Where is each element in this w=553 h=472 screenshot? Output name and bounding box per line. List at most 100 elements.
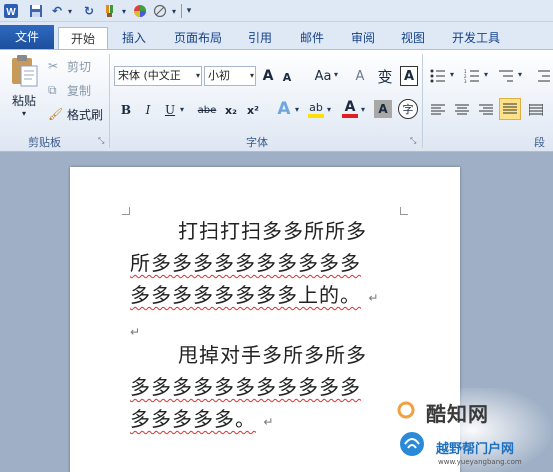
- paragraph-mark: ↵: [130, 325, 142, 339]
- font-size-dropdown-icon: ▾: [249, 71, 254, 80]
- word-app-icon[interactable]: W: [2, 2, 20, 20]
- distributed-icon: [529, 104, 543, 116]
- text-effect-button[interactable]: A: [274, 98, 294, 120]
- margin-corner-top-left: [122, 207, 130, 215]
- grow-font-button[interactable]: A: [260, 66, 276, 86]
- decrease-indent-button[interactable]: [534, 66, 553, 86]
- empty-paragraph[interactable]: ↵: [130, 317, 141, 341]
- clipboard-launcher-icon[interactable]: ⤡: [98, 136, 104, 146]
- paste-button[interactable]: 粘贴 ▾: [4, 54, 44, 126]
- copy-label: 复制: [67, 83, 92, 98]
- cut-button[interactable]: ✂ 剪切: [48, 56, 98, 76]
- text-run: 打扫打扫多多所所多: [178, 219, 367, 243]
- text-run: 多多多多多多多多上的。: [130, 283, 361, 307]
- font-launcher-icon[interactable]: ⤡: [410, 136, 416, 146]
- undo-dropdown-icon[interactable]: ▾: [66, 2, 74, 20]
- group-separator: [422, 54, 423, 148]
- document-text-line[interactable]: 所多多多多多多多多多多: [130, 247, 361, 276]
- bold-button[interactable]: B: [118, 100, 134, 120]
- redo-icon[interactable]: ↻: [80, 2, 98, 20]
- tab-mailings[interactable]: 邮件: [292, 27, 332, 49]
- enclose-char-button[interactable]: A: [400, 66, 418, 86]
- indent-icon: [537, 70, 550, 82]
- undo-icon[interactable]: ↶: [48, 2, 66, 20]
- enclose-characters-button[interactable]: 字: [398, 99, 418, 119]
- brush-dropdown-icon[interactable]: ▾: [120, 2, 128, 20]
- document-text-line[interactable]: 多多多多多多多多多多多: [130, 371, 361, 400]
- tab-review[interactable]: 审阅: [343, 27, 383, 49]
- text-run: 多多多多多。: [130, 407, 256, 431]
- char-shading-button[interactable]: A: [374, 100, 392, 118]
- document-text-line[interactable]: 甩掉对手多所多所多: [178, 339, 367, 368]
- distributed-button[interactable]: [526, 100, 546, 120]
- align-left-button[interactable]: [428, 100, 448, 120]
- font-size-combo[interactable]: 小初 ▾: [204, 66, 256, 86]
- text-run: 甩掉对手多所多所多: [178, 343, 367, 367]
- paste-label: 粘贴: [11, 94, 36, 108]
- highlight-color-bar: [308, 113, 324, 118]
- paintbrush-icon: 🖌: [48, 107, 64, 121]
- change-case-button[interactable]: Aa: [310, 66, 336, 86]
- align-center-button[interactable]: [452, 100, 472, 120]
- tab-developer[interactable]: 开发工具: [443, 27, 509, 49]
- paragraph-mark: ↵: [263, 415, 275, 429]
- phonetic-guide-button[interactable]: 变: [374, 66, 396, 86]
- no-format-icon[interactable]: [152, 2, 168, 20]
- tab-home[interactable]: 开始: [58, 27, 108, 49]
- save-icon[interactable]: [28, 2, 44, 20]
- format-brush-icon[interactable]: [102, 2, 120, 20]
- document-text-line[interactable]: 多多多多多多多多上的。 ↵: [130, 279, 379, 308]
- font-color-dropdown-icon[interactable]: ▾: [361, 105, 365, 114]
- strikethrough-button[interactable]: abe: [196, 100, 218, 120]
- color-wheel-icon[interactable]: [132, 2, 148, 20]
- text-run: 所多多多多多多多多多多: [130, 251, 361, 275]
- group-separator: [109, 54, 110, 148]
- tab-insert[interactable]: 插入: [114, 27, 154, 49]
- copy-button[interactable]: ⧉ 复制: [48, 80, 98, 100]
- qat-dropdown-icon[interactable]: ▾: [170, 2, 178, 20]
- cut-label: 剪切: [67, 59, 92, 74]
- font-name-combo[interactable]: 宋体 (中文正 ▾: [114, 66, 202, 86]
- font-color-label: A: [344, 99, 356, 115]
- watermark-text-secondary: 越野帮门户网: [436, 442, 515, 457]
- document-text-line[interactable]: 多多多多多。 ↵: [130, 403, 274, 432]
- shrink-font-button[interactable]: A: [280, 69, 294, 86]
- multilevel-list-button[interactable]: [496, 66, 516, 86]
- format-painter-button[interactable]: 🖌 格式刷: [48, 104, 106, 124]
- svg-text:W: W: [6, 7, 16, 18]
- document-text-line[interactable]: 打扫打扫多多所所多: [178, 215, 367, 244]
- font-group-label: 字体: [246, 136, 268, 149]
- bullets-dropdown-icon[interactable]: ▾: [450, 70, 454, 79]
- underline-button[interactable]: U: [162, 100, 178, 120]
- justify-button[interactable]: [499, 98, 521, 120]
- tab-page-layout[interactable]: 页面布局: [168, 27, 228, 49]
- qat-separator: [181, 4, 182, 18]
- underline-dropdown-icon[interactable]: ▾: [180, 105, 184, 114]
- svg-text:3: 3: [464, 79, 467, 83]
- italic-button[interactable]: I: [140, 100, 156, 120]
- numbering-icon: 123: [464, 69, 479, 83]
- font-color-button[interactable]: A: [340, 98, 360, 120]
- multilevel-dropdown-icon[interactable]: ▾: [518, 70, 522, 79]
- tab-references[interactable]: 引用: [240, 27, 280, 49]
- clear-format-icon: A: [355, 68, 365, 84]
- align-right-button[interactable]: [476, 100, 496, 120]
- numbering-button[interactable]: 123: [462, 66, 482, 86]
- font-size-value: 小初: [208, 69, 230, 82]
- change-case-dropdown-icon[interactable]: ▾: [334, 70, 338, 79]
- margin-corner-top-right: [400, 207, 408, 215]
- highlight-button[interactable]: ab: [305, 98, 327, 120]
- numbering-dropdown-icon[interactable]: ▾: [484, 70, 488, 79]
- text-run: 多多多多多多多多多多多: [130, 375, 361, 399]
- tab-view[interactable]: 视图: [393, 27, 433, 49]
- tab-file[interactable]: 文件: [0, 25, 54, 49]
- multilevel-list-icon: [499, 70, 513, 82]
- customize-qat-icon[interactable]: ▾: [184, 2, 194, 20]
- watermark-url: www.yueyangbang.com: [438, 458, 522, 466]
- clear-format-button[interactable]: A: [350, 66, 370, 86]
- superscript-button[interactable]: x²: [244, 100, 262, 120]
- text-effect-dropdown-icon[interactable]: ▾: [295, 105, 299, 114]
- highlight-dropdown-icon[interactable]: ▾: [327, 105, 331, 114]
- subscript-button[interactable]: x₂: [222, 100, 240, 120]
- bullets-button[interactable]: [428, 66, 448, 86]
